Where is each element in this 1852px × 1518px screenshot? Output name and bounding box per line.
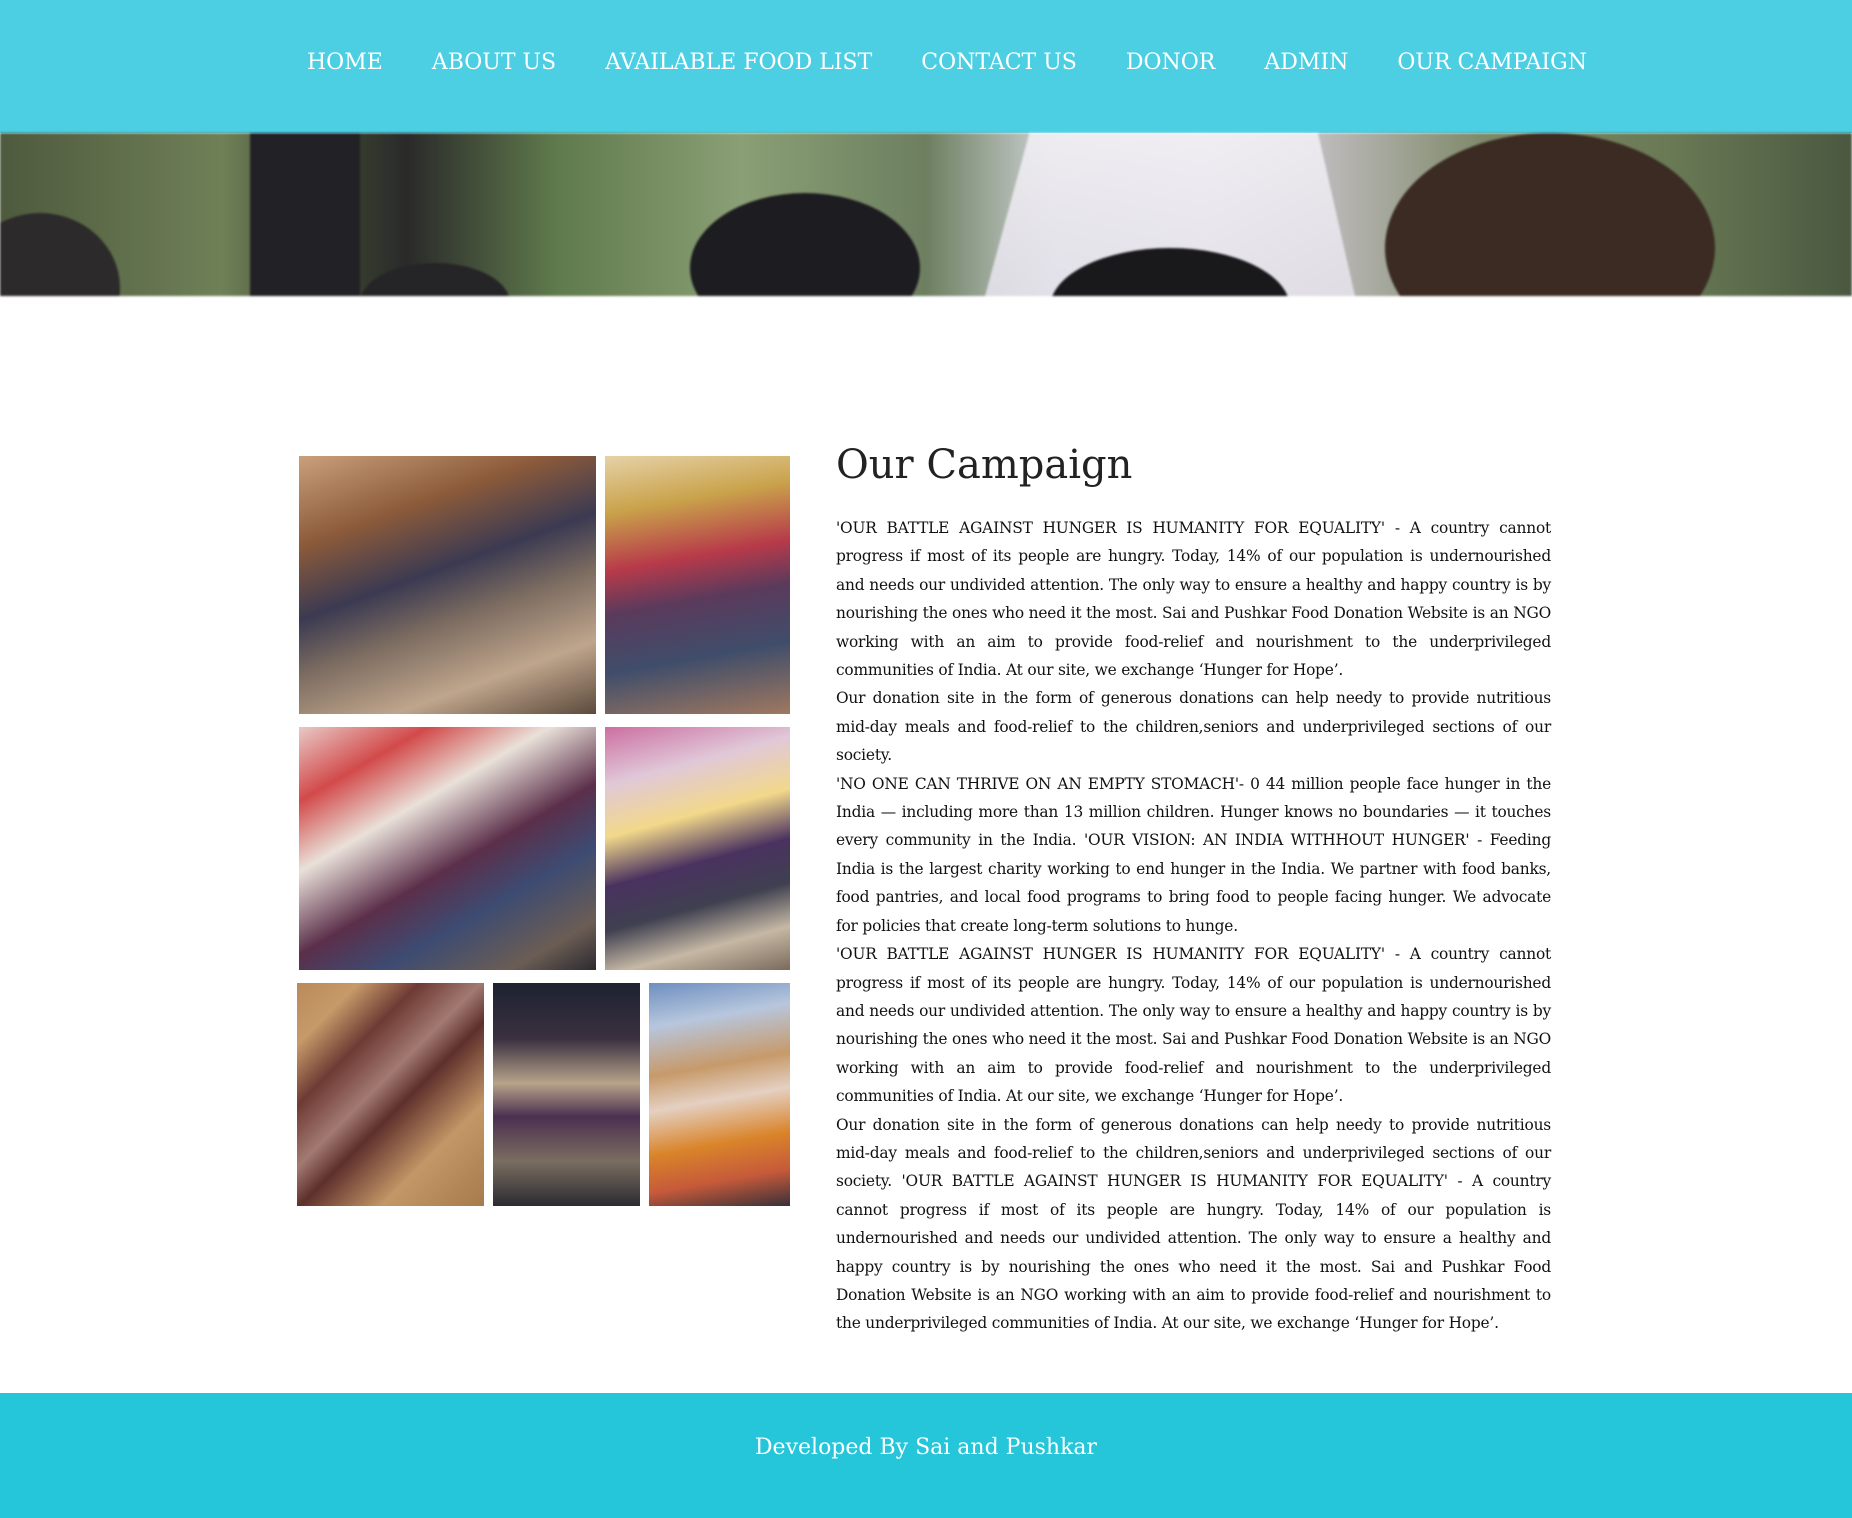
- nav-menu: HOME ABOUT US AVAILABLE FOOD LIST CONTAC…: [307, 48, 1636, 78]
- hero-figure-head: [360, 263, 510, 296]
- hero-figure-head: [690, 193, 920, 296]
- campaign-paragraph: 'NO ONE CAN THRIVE ON AN EMPTY STOMACH'-…: [836, 774, 1551, 935]
- campaign-photo-street-distribution: [605, 456, 790, 714]
- nav-item-available-food-list[interactable]: AVAILABLE FOOD LIST: [605, 48, 872, 78]
- nav-item-about-us[interactable]: ABOUT US: [432, 48, 556, 78]
- footer-credit: Developed By Sai and Pushkar: [754, 1435, 1098, 1460]
- campaign-content: Our Campaign 'OUR BATTLE AGAINST HUNGER …: [836, 440, 1551, 1338]
- campaign-paragraph: 'OUR BATTLE AGAINST HUNGER IS HUMANITY F…: [836, 519, 1551, 680]
- page-title: Our Campaign: [836, 442, 1133, 488]
- top-navbar: HOME ABOUT US AVAILABLE FOOD LIST CONTAC…: [0, 0, 1852, 133]
- hero-figure-head: [1385, 133, 1715, 296]
- campaign-photo-sweet-shop: [605, 727, 790, 970]
- campaign-photo-food-packets: [297, 983, 484, 1206]
- hero-figure-legs: [250, 133, 360, 296]
- nav-item-admin[interactable]: ADMIN: [1264, 48, 1348, 78]
- campaign-photo-volunteers: [299, 727, 596, 970]
- hero-figure-head: [0, 213, 120, 296]
- campaign-photo-food-serving: [299, 456, 596, 714]
- campaign-paragraph: Our donation site in the form of generou…: [836, 689, 1551, 765]
- campaign-paragraph: 'OUR BATTLE AGAINST HUNGER IS HUMANITY F…: [836, 945, 1551, 1106]
- hero-banner-image: [0, 133, 1852, 296]
- campaign-photo-handing-food: [649, 983, 790, 1206]
- campaign-photo-night-distribution: [493, 983, 640, 1206]
- campaign-paragraph: Our donation site in the form of generou…: [836, 1115, 1551, 1333]
- footer: Developed By Sai and Pushkar: [0, 1393, 1852, 1518]
- nav-item-contact-us[interactable]: CONTACT US: [921, 48, 1077, 78]
- nav-item-home[interactable]: HOME: [307, 48, 383, 78]
- nav-item-our-campaign[interactable]: OUR CAMPAIGN: [1397, 48, 1587, 78]
- nav-item-donor[interactable]: DONOR: [1126, 48, 1216, 78]
